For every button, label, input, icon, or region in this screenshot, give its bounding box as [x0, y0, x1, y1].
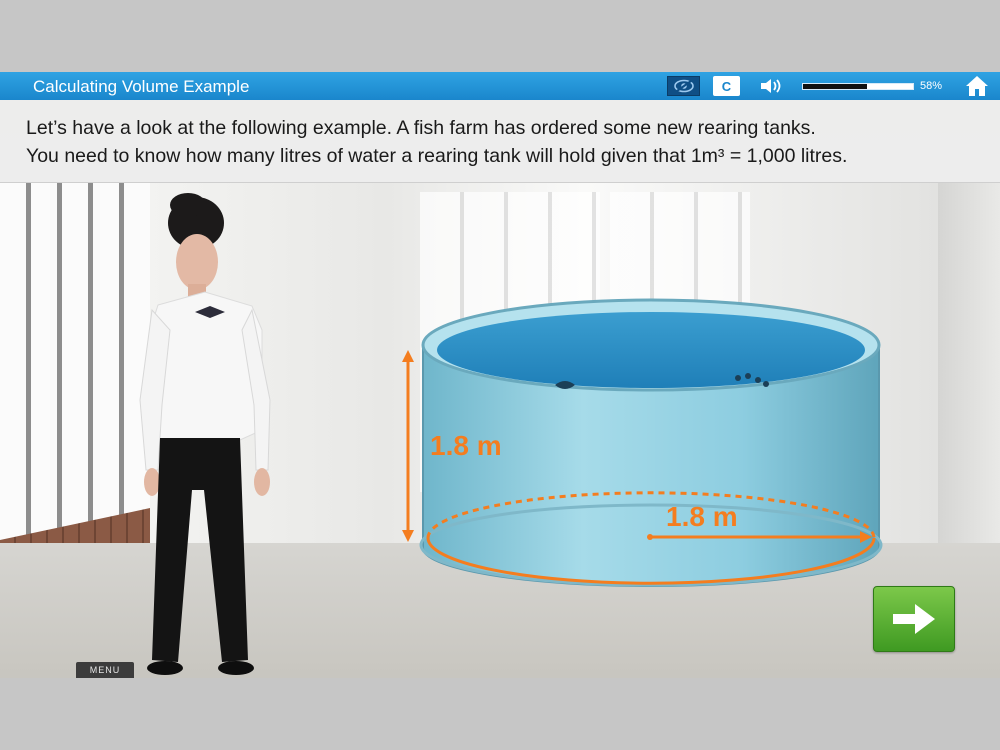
height-label: 1.8 m	[430, 430, 502, 461]
menu-button[interactable]: MENU	[76, 662, 134, 678]
instruction-line-2: You need to know how many litres of wate…	[26, 145, 848, 167]
letterbox-bottom	[0, 678, 1000, 750]
title-bar: Calculating Volume Example C 58%	[0, 72, 1000, 100]
home-button[interactable]	[963, 74, 991, 98]
eye-icon	[673, 79, 694, 93]
audio-progress-bar[interactable]	[802, 83, 914, 90]
page-title: Calculating Volume Example	[33, 77, 250, 96]
audio-progress-fill	[803, 84, 867, 89]
tank-water	[437, 312, 865, 388]
diameter-label: 1.8 m	[666, 501, 738, 532]
arrow-right-icon	[893, 604, 935, 634]
audio-button[interactable]	[758, 76, 786, 96]
home-icon	[966, 76, 988, 96]
next-button[interactable]	[873, 586, 955, 652]
speaker-icon	[761, 79, 781, 93]
instruction-panel: Let’s have a look at the following examp…	[0, 100, 1000, 183]
progress-percent: 58%	[920, 80, 943, 92]
accessibility-button[interactable]	[667, 76, 700, 96]
reset-button[interactable]: C	[713, 76, 740, 96]
instruction-line-1: Let’s have a look at the following examp…	[26, 117, 816, 139]
